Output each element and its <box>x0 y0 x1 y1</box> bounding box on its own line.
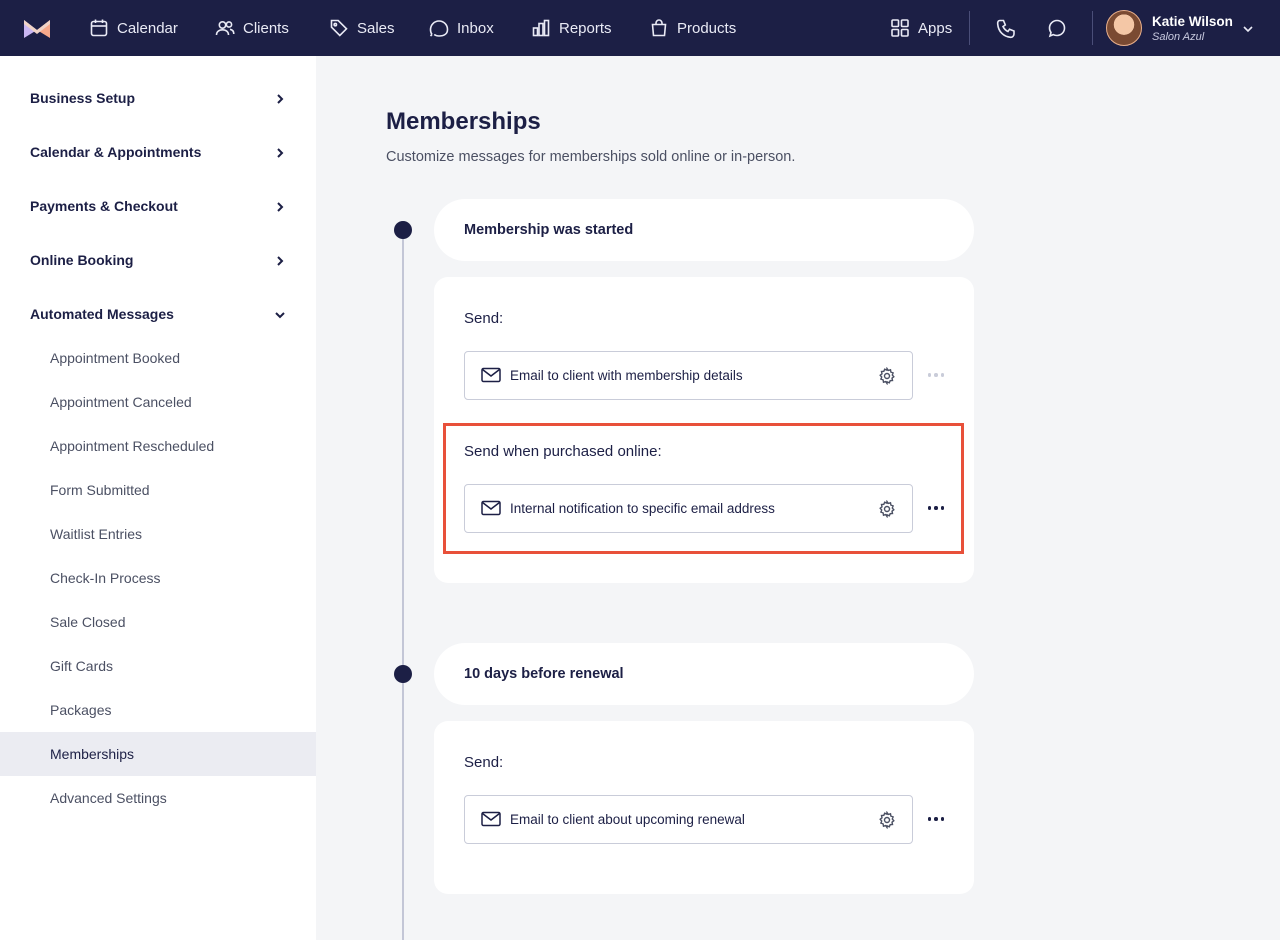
tag-icon <box>330 19 348 37</box>
sidebar-item-gift-cards[interactable]: Gift Cards <box>0 644 316 688</box>
trigger-before-renewal: 10 days before renewal <box>434 643 974 705</box>
sidebar-item-form-submitted[interactable]: Form Submitted <box>0 468 316 512</box>
nav-apps[interactable]: Apps <box>890 0 952 56</box>
sidebar-section-business-setup[interactable]: Business Setup <box>0 76 316 120</box>
sidebar-item-appointment-canceled[interactable]: Appointment Canceled <box>0 380 316 424</box>
chevron-right-icon <box>274 92 286 104</box>
trigger-title: 10 days before renewal <box>464 666 624 682</box>
chevron-down-icon[interactable] <box>1242 22 1254 34</box>
app-logo-icon[interactable] <box>22 18 52 38</box>
mail-icon <box>481 367 501 383</box>
more-options-icon[interactable] <box>926 365 946 385</box>
page-title: Memberships <box>386 108 541 135</box>
sidebar-section-payments-checkout[interactable]: Payments & Checkout <box>0 184 316 228</box>
nav-reports-label: Reports <box>559 19 612 37</box>
user-name: Katie Wilson <box>1152 13 1233 29</box>
sidebar-item-label: Sale Closed <box>50 614 126 630</box>
sidebar-item-appointment-booked[interactable]: Appointment Booked <box>0 336 316 380</box>
more-options-icon[interactable] <box>926 809 946 829</box>
sidebar-section-calendar-appointments[interactable]: Calendar & Appointments <box>0 130 316 174</box>
sidebar-item-label: Advanced Settings <box>50 790 167 806</box>
timeline-dot <box>394 665 412 683</box>
sidebar-item-label: Waitlist Entries <box>50 526 143 542</box>
nav-inbox-label: Inbox <box>457 19 494 37</box>
sidebar-item-appointment-rescheduled[interactable]: Appointment Rescheduled <box>0 424 316 468</box>
nav-divider <box>1092 11 1093 45</box>
nav-products-label: Products <box>677 19 737 37</box>
settings-sidebar: Business Setup Calendar & Appointments P… <box>0 56 316 940</box>
sidebar-item-label: Appointment Booked <box>50 350 180 366</box>
sidebar-section-label: Automated Messages <box>30 306 174 322</box>
chevron-down-icon <box>274 308 286 320</box>
avatar <box>1106 10 1142 46</box>
nav-sales-label: Sales <box>357 19 395 37</box>
shopping-bag-icon <box>651 19 667 37</box>
sidebar-item-label: Form Submitted <box>50 482 150 498</box>
nav-clients-label: Clients <box>243 19 289 37</box>
mail-icon <box>481 500 501 516</box>
trigger-card: Send: Email to client about upcoming ren… <box>434 721 974 894</box>
sidebar-item-label: Appointment Rescheduled <box>50 438 215 454</box>
message-label: Email to client with membership details <box>510 368 743 383</box>
message-row[interactable]: Internal notification to specific email … <box>464 484 913 533</box>
calendar-icon <box>90 19 108 37</box>
nav-sales[interactable]: Sales <box>329 0 395 56</box>
nav-clients[interactable]: Clients <box>215 0 289 56</box>
chevron-right-icon <box>274 200 286 212</box>
sidebar-item-check-in-process[interactable]: Check-In Process <box>0 556 316 600</box>
sidebar-section-online-booking[interactable]: Online Booking <box>0 238 316 282</box>
nav-inbox[interactable]: Inbox <box>429 0 494 56</box>
timeline-dot <box>394 221 412 239</box>
message-row[interactable]: Email to client about upcoming renewal <box>464 795 913 844</box>
nav-calendar-label: Calendar <box>117 19 178 37</box>
gear-icon[interactable] <box>878 810 896 830</box>
sidebar-item-label: Appointment Canceled <box>50 394 192 410</box>
sidebar-item-label: Check-In Process <box>50 570 161 586</box>
inbox-icon <box>429 20 449 37</box>
message-label: Email to client about upcoming renewal <box>510 812 745 827</box>
chevron-right-icon <box>274 254 286 266</box>
gear-icon[interactable] <box>878 499 896 519</box>
trigger-membership-started: Membership was started <box>434 199 974 261</box>
top-navigation: Calendar Clients Sales Inbox Reports Pro… <box>0 0 1280 56</box>
bar-chart-icon <box>532 19 550 37</box>
chevron-right-icon <box>274 146 286 158</box>
more-options-icon[interactable] <box>926 498 946 518</box>
send-label: Send: <box>464 310 504 327</box>
user-salon: Salon Azul <box>1152 30 1205 43</box>
apps-grid-icon <box>891 19 909 37</box>
page-subtitle: Customize messages for memberships sold … <box>386 149 796 165</box>
user-menu[interactable]: Katie Wilson Salon Azul <box>1106 10 1253 46</box>
nav-apps-label: Apps <box>918 19 953 37</box>
message-label: Internal notification to specific email … <box>510 501 775 516</box>
sidebar-section-label: Calendar & Appointments <box>30 144 202 160</box>
nav-divider <box>969 11 970 45</box>
timeline-line <box>402 230 404 940</box>
sidebar-item-label: Gift Cards <box>50 658 114 674</box>
sidebar-section-label: Business Setup <box>30 90 136 106</box>
nav-reports[interactable]: Reports <box>531 0 612 56</box>
sidebar-item-label: Packages <box>50 702 112 718</box>
send-label: Send when purchased online: <box>464 443 662 460</box>
sidebar-section-label: Payments & Checkout <box>30 198 178 214</box>
sidebar-item-memberships[interactable]: Memberships <box>0 732 316 776</box>
nav-products[interactable]: Products <box>649 0 736 56</box>
sidebar-item-sale-closed[interactable]: Sale Closed <box>0 600 316 644</box>
sidebar-section-label: Online Booking <box>30 252 134 268</box>
users-icon <box>215 20 235 36</box>
message-row[interactable]: Email to client with membership details <box>464 351 913 400</box>
trigger-card: Send: Email to client with membership de… <box>434 277 974 583</box>
sidebar-item-advanced-settings[interactable]: Advanced Settings <box>0 776 316 820</box>
sidebar-section-automated-messages[interactable]: Automated Messages <box>0 292 316 336</box>
sidebar-item-label: Memberships <box>50 746 135 762</box>
gear-icon[interactable] <box>878 366 896 386</box>
sidebar-item-packages[interactable]: Packages <box>0 688 316 732</box>
phone-icon[interactable] <box>995 18 1017 40</box>
trigger-title: Membership was started <box>464 222 634 238</box>
sidebar-item-waitlist-entries[interactable]: Waitlist Entries <box>0 512 316 556</box>
mail-icon <box>481 811 501 827</box>
send-label: Send: <box>464 754 504 771</box>
chat-icon[interactable] <box>1046 18 1068 40</box>
nav-calendar[interactable]: Calendar <box>89 0 178 56</box>
